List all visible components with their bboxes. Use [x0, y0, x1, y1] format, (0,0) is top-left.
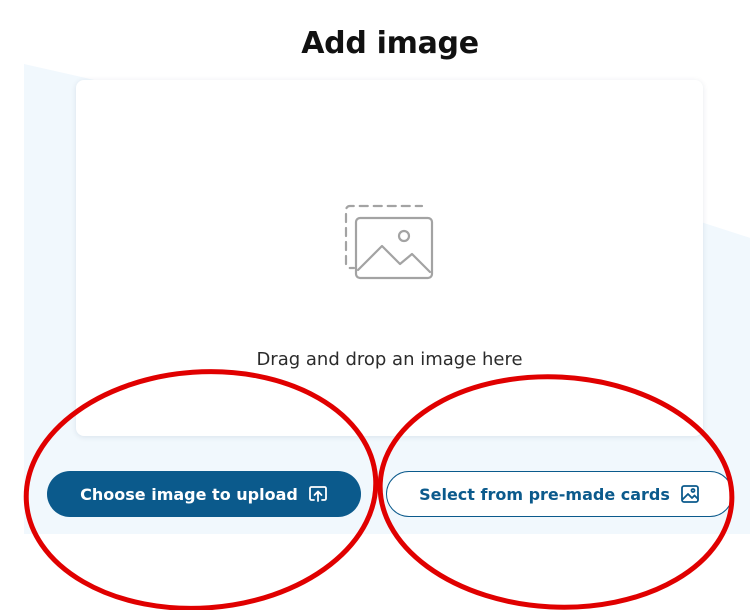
page-title: Add image	[301, 26, 479, 62]
select-premade-cards-button[interactable]: Select from pre-made cards	[386, 471, 733, 517]
image-placeholder-icon	[344, 204, 434, 280]
add-image-page: Add image Drag and drop an image here Ch…	[0, 0, 750, 610]
choose-image-upload-button[interactable]: Choose image to upload	[47, 471, 361, 517]
dropzone-instruction: Drag and drop an image here	[256, 349, 523, 370]
image-icon	[680, 484, 700, 504]
upload-icon	[308, 484, 328, 504]
choose-image-upload-label: Choose image to upload	[80, 484, 298, 504]
select-premade-cards-label: Select from pre-made cards	[419, 484, 670, 504]
